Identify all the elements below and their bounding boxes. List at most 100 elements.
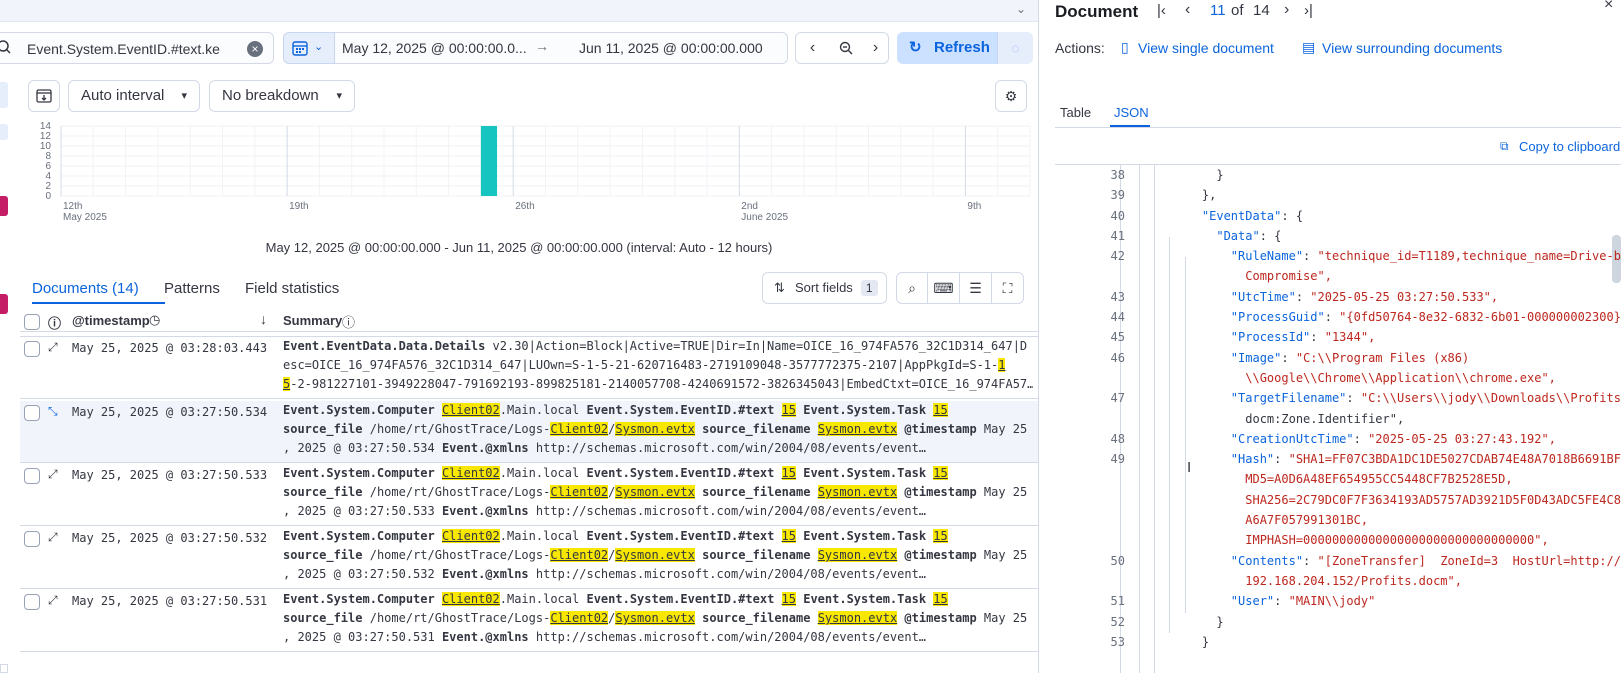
field-key: @timestamp (904, 548, 977, 562)
field-key: source_file (283, 611, 363, 625)
json-line: 44 "ProcessGuid": "{0fd50764-8e32-6832-6… (1055, 310, 1621, 330)
highlight: Client02 (550, 611, 609, 625)
field-value: May 25 (983, 422, 1028, 436)
previous-range-button[interactable]: ‹ (795, 32, 830, 64)
json-text: "Data": { (1216, 228, 1282, 243)
refresh-button[interactable]: ↻ Refresh (897, 32, 997, 64)
interval-select[interactable]: Auto interval ▾ (68, 80, 200, 112)
row-timestamp: May 25, 2025 @ 03:27:50.533 (72, 468, 268, 482)
breakdown-select[interactable]: No breakdown ▾ (209, 80, 355, 112)
json-text: "Contents": "[ZoneTransfer] ZoneId=3 Hos… (1230, 553, 1621, 568)
json-text: "Hash": "SHA1=FF07C3BDA1DC1DE5027CDAB74E… (1230, 452, 1621, 467)
auto-refresh-button[interactable]: ◌ (997, 32, 1033, 64)
json-text: } (1173, 168, 1224, 182)
column-header-timestamp[interactable]: @timestamp (72, 313, 150, 328)
json-text: \\Google\\Chrome\\Application\\chrome.ex… (1173, 370, 1556, 385)
chart-options-button[interactable]: ⚙ (995, 80, 1027, 112)
row-checkbox[interactable] (24, 594, 40, 610)
search-documents-button[interactable]: ⌕ (896, 272, 928, 304)
tab-patterns[interactable]: Patterns (164, 280, 220, 297)
close-icon[interactable]: × (1604, 0, 1613, 14)
search-icon (0, 39, 13, 58)
row-checkbox[interactable] (24, 341, 40, 357)
line-number: 47 (1110, 391, 1125, 406)
expand-icon[interactable]: ⤢ (48, 467, 58, 482)
table-row[interactable]: ⤢ May 25, 2025 @ 03:27:50.532 Event.System… (20, 527, 1038, 589)
info-icon[interactable]: ⓘ (48, 313, 61, 332)
highlight: Client02 (550, 422, 609, 436)
line-number: 49 (1110, 452, 1125, 467)
highlight: Sysmon.evtx (615, 548, 695, 562)
sidebar-toggle[interactable] (0, 82, 8, 108)
auto-refresh-icon: ◌ (1011, 40, 1020, 56)
last-page-icon[interactable]: ›| (1304, 2, 1313, 19)
row-checkbox[interactable] (24, 468, 40, 484)
json-line: 38 } (1055, 168, 1621, 188)
expand-icon[interactable]: ⤢ (48, 340, 58, 355)
json-text: MD5=A0D6A48EF654955CC5448CF7B2528E5D, (1173, 472, 1513, 487)
table-row[interactable]: ⤢ May 25, 2025 @ 03:28:03.443 Event.Even… (20, 337, 1038, 399)
json-text: "ProcessGuid": "{0fd50764-8e32-6832-6b01… (1230, 310, 1621, 325)
sort-fields-button[interactable]: ⇅ Sort fields 1 (762, 272, 887, 304)
row-checkbox[interactable] (24, 531, 40, 547)
copy-to-clipboard-button[interactable]: Copy to clipboard (1519, 139, 1620, 154)
y-tick-label: 0 (45, 191, 51, 202)
fullscreen-button[interactable]: ⛶ (992, 272, 1024, 304)
table-row[interactable]: ⤢ May 25, 2025 @ 03:27:50.531 Event.System… (20, 590, 1038, 652)
interval-label: Auto interval (81, 87, 165, 104)
previous-page-icon[interactable]: ‹ (1185, 1, 1190, 19)
tab-documents[interactable]: Documents (14) (32, 280, 139, 297)
json-lines: 38 } 39 }, 40 "EventData": {41 "Data": {42… (1055, 165, 1621, 673)
tab-field-statistics[interactable]: Field statistics (245, 280, 339, 297)
chevron-down-icon[interactable]: ⌄ (1016, 2, 1026, 16)
field-value: , 2025 @ 03:27:50.531 (283, 630, 435, 644)
json-viewer[interactable]: 38 } 39 }, 40 "EventData": {41 "Data": {42… (1055, 164, 1621, 673)
end-date[interactable]: Jun 11, 2025 @ 00:00:00.000 (579, 40, 763, 56)
select-all-checkbox[interactable] (24, 314, 40, 330)
x-tick-label: 19th (289, 201, 308, 212)
sort-descending-icon[interactable]: ↓ (260, 311, 267, 327)
table-row[interactable]: ⤢ May 25, 2025 @ 03:27:50.533 Event.System… (20, 464, 1038, 526)
table-row[interactable]: ⤡ May 25, 2025 @ 03:27:50.534 Event.System… (20, 401, 1038, 463)
current-page[interactable]: 11 (1210, 2, 1226, 19)
save-visualization-button[interactable] (28, 80, 60, 112)
expand-icon[interactable]: ⤢ (48, 593, 58, 608)
chevron-down-icon: ⌄ (314, 41, 324, 53)
json-line: 42 "RuleName": "technique_id=T1189,techn… (1055, 249, 1621, 290)
json-line: 48 "CreationUtcTime": "2025-05-25 03:27:… (1055, 432, 1621, 452)
view-single-document-link[interactable]: View single document (1138, 40, 1274, 56)
tab-table[interactable]: Table (1060, 105, 1091, 120)
start-date[interactable]: May 12, 2025 @ 00:00:00.0... (342, 40, 527, 56)
field-value: /home/rt/GhostTrace/Logs- (369, 485, 551, 499)
expand-icon[interactable]: ⤡ (48, 404, 58, 419)
highlight: 15 (781, 592, 796, 606)
query-text: Event.System.EventID.#text.ke (27, 41, 220, 57)
date-quick-menu-button[interactable]: ⌄ (283, 32, 335, 64)
help-icon[interactable]: ⓘ (342, 312, 355, 331)
field-key: @timestamp (904, 422, 977, 436)
document-icon: ▯ (1121, 39, 1129, 55)
json-line: 40 "EventData": { (1055, 209, 1621, 229)
field-key: Event.@xmlns (441, 504, 529, 518)
zoom-out-button[interactable] (829, 32, 864, 64)
next-page-icon[interactable]: › (1284, 1, 1289, 19)
keyboard-shortcuts-button[interactable]: ⌨ (928, 272, 960, 304)
copy-icon: ⧉ (1500, 139, 1509, 153)
field-key: Event.System.EventID.#text (586, 529, 775, 543)
column-header-summary[interactable]: Summary (283, 313, 342, 328)
expand-icon[interactable]: ⤢ (48, 530, 58, 545)
tab-json[interactable]: JSON (1114, 105, 1149, 120)
date-range-picker: May 12, 2025 @ 00:00:00.0... → Jun 11, 2… (335, 32, 788, 64)
sort-label: Sort fields (795, 280, 853, 295)
first-page-icon[interactable]: |‹ (1157, 2, 1166, 19)
calendar-icon (292, 40, 308, 59)
highlight: Client02 (441, 403, 500, 417)
row-checkbox[interactable] (24, 405, 40, 421)
field-value: http://schemas.microsoft.com/win/2004/08… (535, 567, 927, 581)
search-input[interactable]: Event.System.EventID.#text.ke × (0, 32, 274, 64)
view-surrounding-documents-link[interactable]: View surrounding documents (1322, 40, 1502, 56)
field-key: Event.System.Task (803, 466, 927, 480)
next-range-button[interactable]: › (863, 32, 889, 64)
clear-icon[interactable]: × (247, 41, 263, 57)
display-settings-button[interactable]: ☰ (960, 272, 992, 304)
